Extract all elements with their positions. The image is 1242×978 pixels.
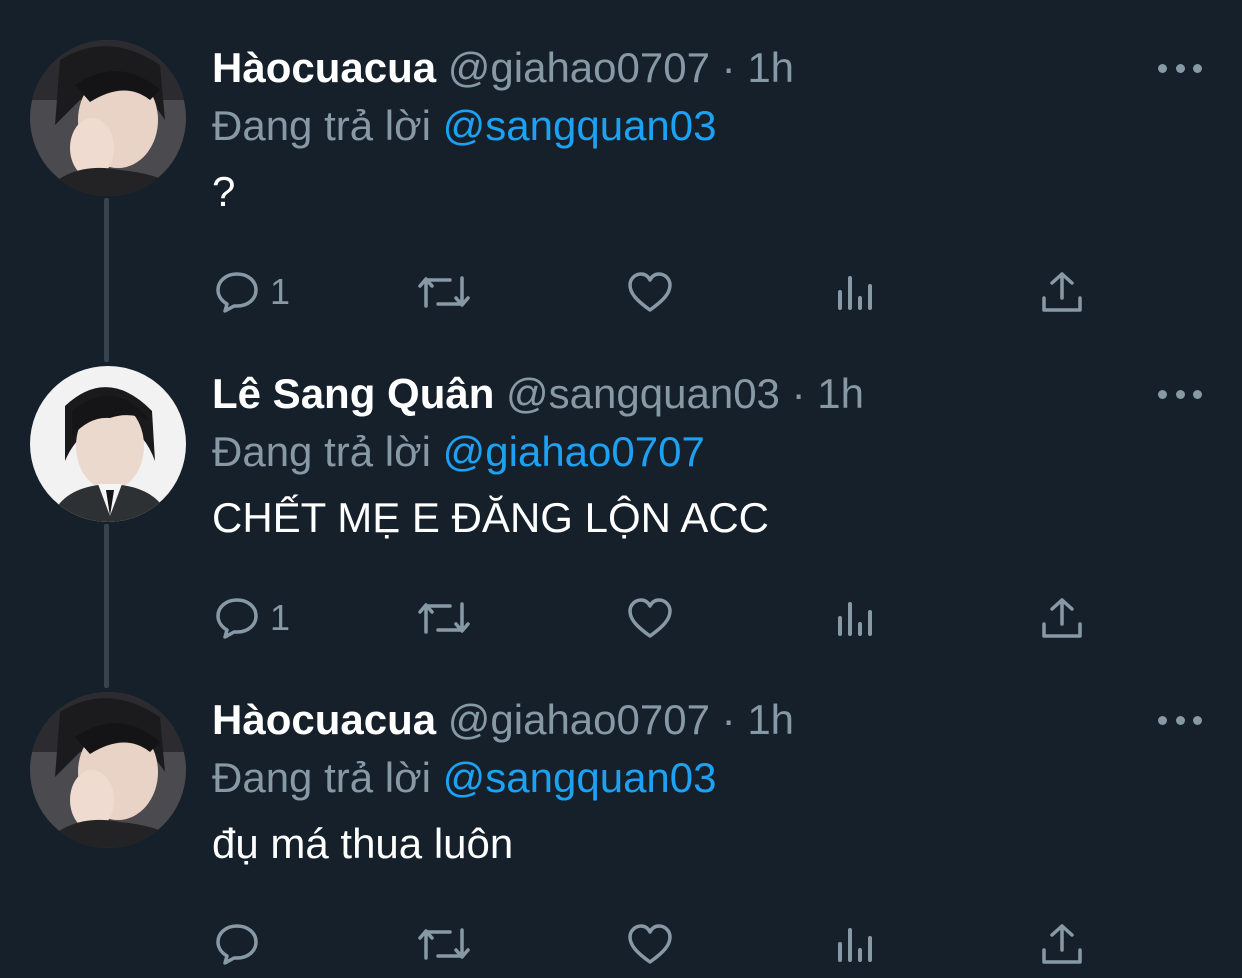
retweet-icon	[418, 276, 470, 308]
separator-dot: ·	[721, 696, 736, 743]
like-button[interactable]	[626, 270, 674, 314]
share-button[interactable]	[1040, 270, 1084, 314]
replying-to: Đang trả lời @giahao0707	[212, 426, 705, 478]
display-name[interactable]: Hàocuacua	[212, 44, 436, 91]
display-name[interactable]: Hàocuacua	[212, 696, 436, 743]
handle[interactable]: @giahao0707	[448, 696, 710, 743]
display-name[interactable]: Lê Sang Quân	[212, 370, 494, 417]
share-button[interactable]	[1040, 596, 1084, 640]
retweet-icon	[418, 928, 470, 960]
retweet-button[interactable]	[416, 922, 472, 966]
reply-prefix: Đang trả lời	[212, 428, 431, 475]
tweet-text: đụ má thua luôn	[212, 820, 514, 867]
action-bar: 1	[0, 270, 1242, 314]
replying-to: Đang trả lời @sangquan03	[212, 752, 717, 804]
tweet-header: Hàocuacua @giahao0707 · 1h	[212, 694, 794, 746]
reply-mention-link[interactable]: @sangquan03	[443, 102, 717, 149]
reply-icon	[216, 598, 258, 639]
retweet-button[interactable]	[416, 596, 472, 640]
analytics-button[interactable]	[834, 922, 878, 966]
tweet-text: ?	[212, 168, 236, 215]
handle[interactable]: @giahao0707	[448, 44, 710, 91]
analytics-icon	[838, 602, 872, 636]
share-icon	[1042, 924, 1082, 964]
action-bar: 1	[0, 596, 1242, 640]
reply-count: 1	[270, 271, 291, 312]
avatar[interactable]	[30, 40, 186, 196]
action-bar	[0, 922, 1242, 966]
handle[interactable]: @sangquan03	[506, 370, 780, 417]
more-options-icon[interactable]	[1158, 56, 1202, 80]
share-icon	[1042, 598, 1082, 638]
reply-prefix: Đang trả lời	[212, 754, 431, 801]
more-options-icon[interactable]	[1158, 708, 1202, 732]
separator-dot: ·	[791, 370, 806, 417]
tweet-header: Lê Sang Quân @sangquan03 · 1h	[212, 368, 864, 420]
analytics-button[interactable]	[834, 270, 878, 314]
tweet-text: CHẾT MẸ E ĐĂNG LỘN ACC	[212, 494, 769, 541]
reply-mention-link[interactable]: @sangquan03	[443, 754, 717, 801]
like-button[interactable]	[626, 922, 674, 966]
avatar[interactable]	[30, 366, 186, 522]
retweet-icon	[418, 602, 470, 634]
retweet-button[interactable]	[416, 270, 472, 314]
more-options-icon[interactable]	[1158, 382, 1202, 406]
reply-button[interactable]: 1	[214, 270, 290, 314]
analytics-icon	[838, 276, 872, 310]
reply-count: 1	[270, 597, 291, 638]
tweet-header: Hàocuacua @giahao0707 · 1h	[212, 42, 794, 94]
analytics-button[interactable]	[834, 596, 878, 640]
reply-icon	[216, 924, 258, 965]
reply-button[interactable]	[214, 922, 270, 966]
timestamp[interactable]: 1h	[747, 44, 794, 91]
tweet[interactable]: Hàocuacua @giahao0707 · 1h Đang trả lời …	[0, 652, 1242, 978]
reply-button[interactable]: 1	[214, 596, 290, 640]
avatar[interactable]	[30, 692, 186, 848]
like-button[interactable]	[626, 596, 674, 640]
share-icon	[1042, 272, 1082, 312]
separator-dot: ·	[721, 44, 736, 91]
reply-mention-link[interactable]: @giahao0707	[443, 428, 705, 475]
like-icon	[628, 598, 672, 638]
tweet[interactable]: Lê Sang Quân @sangquan03 · 1h Đang trả l…	[0, 326, 1242, 652]
analytics-icon	[838, 928, 872, 962]
share-button[interactable]	[1040, 922, 1084, 966]
replying-to: Đang trả lời @sangquan03	[212, 100, 717, 152]
reply-prefix: Đang trả lời	[212, 102, 431, 149]
reply-icon	[216, 272, 258, 313]
timestamp[interactable]: 1h	[747, 696, 794, 743]
like-icon	[628, 924, 672, 964]
tweet[interactable]: Hàocuacua @giahao0707 · 1h Đang trả lời …	[0, 0, 1242, 326]
like-icon	[628, 272, 672, 312]
timestamp[interactable]: 1h	[817, 370, 864, 417]
